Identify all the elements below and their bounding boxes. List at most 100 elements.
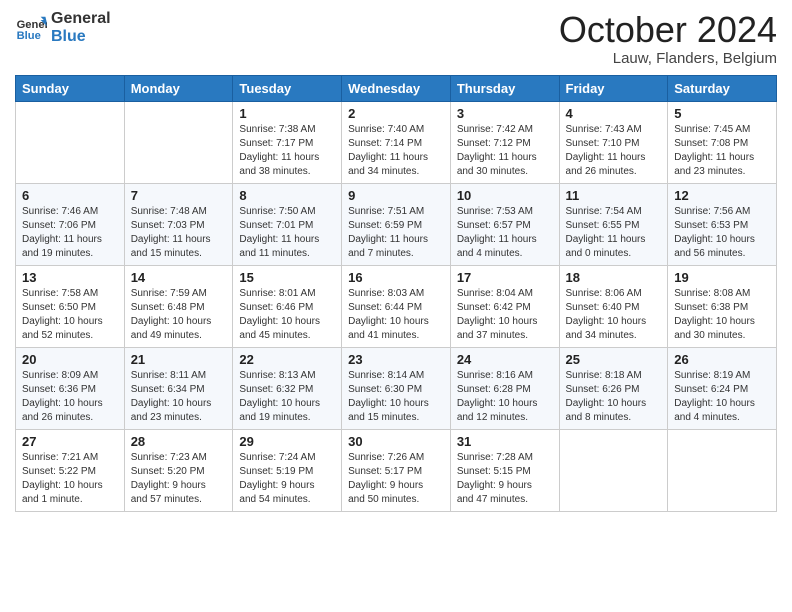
- calendar-cell: 22Sunrise: 8:13 AM Sunset: 6:32 PM Dayli…: [233, 347, 342, 429]
- week-row-1: 1Sunrise: 7:38 AM Sunset: 7:17 PM Daylig…: [16, 101, 777, 183]
- logo-blue: Blue: [51, 28, 111, 46]
- calendar-cell: 25 Sunrise: 8:18 AM Sunset: 6:26 PM Dayli…: [559, 347, 668, 429]
- calendar-cell: [124, 101, 233, 183]
- calendar-table: SundayMondayTuesdayWednesdayThursdayFrid…: [15, 75, 777, 512]
- day-number: 2: [348, 106, 444, 121]
- day-info: Sunrise: 7:46 AM Sunset: 7:06 PM Dayligh…: [22, 205, 118, 261]
- day-number: 6: [22, 188, 118, 203]
- day-info: Sunrise: 8:19 AM Sunset: 6:24 PM Dayligh…: [674, 369, 770, 425]
- calendar-page: General Blue General Blue October 2024 L…: [0, 0, 792, 612]
- day-info: Sunrise: 8:09 AM Sunset: 6:36 PM Dayligh…: [22, 369, 118, 425]
- day-info: Sunrise: 8:16 AM Sunset: 6:28 PM Dayligh…: [457, 369, 553, 425]
- day-number: 9: [348, 188, 444, 203]
- calendar-cell: 16 Sunrise: 8:03 AM Sunset: 6:44 PM Dayli…: [342, 265, 451, 347]
- day-info: Sunrise: 7:54 AM Sunset: 6:55 PM Dayligh…: [566, 205, 662, 261]
- day-info: Sunrise: 7:51 AM Sunset: 6:59 PM Dayligh…: [348, 205, 444, 261]
- calendar-cell: 7 Sunrise: 7:48 AM Sunset: 7:03 PM Daylig…: [124, 183, 233, 265]
- day-info: Sunrise: 8:11 AM Sunset: 6:34 PM Dayligh…: [131, 369, 227, 425]
- week-row-4: 20 Sunrise: 8:09 AM Sunset: 6:36 PM Dayli…: [16, 347, 777, 429]
- day-info: Sunrise: 7:58 AM Sunset: 6:50 PM Dayligh…: [22, 287, 118, 343]
- calendar-cell: 17Sunrise: 8:04 AM Sunset: 6:42 PM Dayli…: [450, 265, 559, 347]
- weekday-header-wednesday: Wednesday: [342, 75, 451, 101]
- calendar-cell: [16, 101, 125, 183]
- calendar-cell: 3 Sunrise: 7:42 AM Sunset: 7:12 PM Daylig…: [450, 101, 559, 183]
- calendar-cell: 15 Sunrise: 8:01 AM Sunset: 6:46 PM Dayli…: [233, 265, 342, 347]
- calendar-cell: 27Sunrise: 7:21 AM Sunset: 5:22 PM Dayli…: [16, 429, 125, 511]
- day-number: 16: [348, 270, 444, 285]
- calendar-cell: 14Sunrise: 7:59 AM Sunset: 6:48 PM Dayli…: [124, 265, 233, 347]
- calendar-cell: 31Sunrise: 7:28 AM Sunset: 5:15 PM Dayli…: [450, 429, 559, 511]
- day-info: Sunrise: 7:26 AM Sunset: 5:17 PM Dayligh…: [348, 451, 444, 507]
- calendar-cell: 13 Sunrise: 7:58 AM Sunset: 6:50 PM Dayli…: [16, 265, 125, 347]
- week-row-3: 13 Sunrise: 7:58 AM Sunset: 6:50 PM Dayli…: [16, 265, 777, 347]
- day-number: 26: [674, 352, 770, 367]
- logo: General Blue General Blue: [15, 10, 111, 45]
- day-info: Sunrise: 7:38 AM Sunset: 7:17 PM Dayligh…: [239, 123, 335, 179]
- calendar-cell: 1Sunrise: 7:38 AM Sunset: 7:17 PM Daylig…: [233, 101, 342, 183]
- calendar-cell: 10 Sunrise: 7:53 AM Sunset: 6:57 PM Dayli…: [450, 183, 559, 265]
- day-number: 30: [348, 434, 444, 449]
- calendar-cell: 5 Sunrise: 7:45 AM Sunset: 7:08 PM Daylig…: [668, 101, 777, 183]
- calendar-cell: [559, 429, 668, 511]
- day-info: Sunrise: 7:42 AM Sunset: 7:12 PM Dayligh…: [457, 123, 553, 179]
- day-info: Sunrise: 7:56 AM Sunset: 6:53 PM Dayligh…: [674, 205, 770, 261]
- weekday-header-friday: Friday: [559, 75, 668, 101]
- weekday-header-row: SundayMondayTuesdayWednesdayThursdayFrid…: [16, 75, 777, 101]
- week-row-5: 27Sunrise: 7:21 AM Sunset: 5:22 PM Dayli…: [16, 429, 777, 511]
- day-number: 31: [457, 434, 553, 449]
- logo-general: General: [51, 10, 111, 28]
- day-number: 20: [22, 352, 118, 367]
- day-info: Sunrise: 7:24 AM Sunset: 5:19 PM Dayligh…: [239, 451, 335, 507]
- header: General Blue General Blue October 2024 L…: [15, 10, 777, 67]
- calendar-cell: 12 Sunrise: 7:56 AM Sunset: 6:53 PM Dayli…: [668, 183, 777, 265]
- day-info: Sunrise: 7:23 AM Sunset: 5:20 PM Dayligh…: [131, 451, 227, 507]
- title-block: October 2024 Lauw, Flanders, Belgium: [559, 10, 777, 67]
- calendar-cell: 29 Sunrise: 7:24 AM Sunset: 5:19 PM Dayli…: [233, 429, 342, 511]
- calendar-cell: 20 Sunrise: 8:09 AM Sunset: 6:36 PM Dayli…: [16, 347, 125, 429]
- day-info: Sunrise: 7:43 AM Sunset: 7:10 PM Dayligh…: [566, 123, 662, 179]
- day-info: Sunrise: 7:21 AM Sunset: 5:22 PM Dayligh…: [22, 451, 118, 507]
- weekday-header-sunday: Sunday: [16, 75, 125, 101]
- day-number: 19: [674, 270, 770, 285]
- day-number: 15: [239, 270, 335, 285]
- day-info: Sunrise: 8:18 AM Sunset: 6:26 PM Dayligh…: [566, 369, 662, 425]
- calendar-cell: 11 Sunrise: 7:54 AM Sunset: 6:55 PM Dayli…: [559, 183, 668, 265]
- location-title: Lauw, Flanders, Belgium: [559, 50, 777, 67]
- day-info: Sunrise: 7:45 AM Sunset: 7:08 PM Dayligh…: [674, 123, 770, 179]
- weekday-header-saturday: Saturday: [668, 75, 777, 101]
- day-number: 22: [239, 352, 335, 367]
- calendar-cell: 9 Sunrise: 7:51 AM Sunset: 6:59 PM Daylig…: [342, 183, 451, 265]
- calendar-cell: 21 Sunrise: 8:11 AM Sunset: 6:34 PM Dayli…: [124, 347, 233, 429]
- day-number: 10: [457, 188, 553, 203]
- day-number: 4: [566, 106, 662, 121]
- calendar-cell: [668, 429, 777, 511]
- calendar-cell: 28Sunrise: 7:23 AM Sunset: 5:20 PM Dayli…: [124, 429, 233, 511]
- day-number: 25: [566, 352, 662, 367]
- weekday-header-thursday: Thursday: [450, 75, 559, 101]
- logo-icon: General Blue: [15, 12, 47, 44]
- calendar-cell: 19 Sunrise: 8:08 AM Sunset: 6:38 PM Dayli…: [668, 265, 777, 347]
- day-number: 11: [566, 188, 662, 203]
- calendar-cell: 30 Sunrise: 7:26 AM Sunset: 5:17 PM Dayli…: [342, 429, 451, 511]
- day-number: 3: [457, 106, 553, 121]
- day-number: 7: [131, 188, 227, 203]
- day-number: 12: [674, 188, 770, 203]
- day-info: Sunrise: 8:03 AM Sunset: 6:44 PM Dayligh…: [348, 287, 444, 343]
- day-info: Sunrise: 7:48 AM Sunset: 7:03 PM Dayligh…: [131, 205, 227, 261]
- calendar-cell: 18Sunrise: 8:06 AM Sunset: 6:40 PM Dayli…: [559, 265, 668, 347]
- calendar-cell: 26 Sunrise: 8:19 AM Sunset: 6:24 PM Dayli…: [668, 347, 777, 429]
- day-number: 5: [674, 106, 770, 121]
- day-info: Sunrise: 7:53 AM Sunset: 6:57 PM Dayligh…: [457, 205, 553, 261]
- day-number: 8: [239, 188, 335, 203]
- day-info: Sunrise: 8:01 AM Sunset: 6:46 PM Dayligh…: [239, 287, 335, 343]
- month-title: October 2024: [559, 10, 777, 50]
- calendar-cell: 2Sunrise: 7:40 AM Sunset: 7:14 PM Daylig…: [342, 101, 451, 183]
- day-number: 13: [22, 270, 118, 285]
- calendar-cell: 4 Sunrise: 7:43 AM Sunset: 7:10 PM Daylig…: [559, 101, 668, 183]
- day-number: 29: [239, 434, 335, 449]
- day-info: Sunrise: 8:08 AM Sunset: 6:38 PM Dayligh…: [674, 287, 770, 343]
- day-number: 21: [131, 352, 227, 367]
- day-info: Sunrise: 7:50 AM Sunset: 7:01 PM Dayligh…: [239, 205, 335, 261]
- day-info: Sunrise: 7:59 AM Sunset: 6:48 PM Dayligh…: [131, 287, 227, 343]
- calendar-cell: 23Sunrise: 8:14 AM Sunset: 6:30 PM Dayli…: [342, 347, 451, 429]
